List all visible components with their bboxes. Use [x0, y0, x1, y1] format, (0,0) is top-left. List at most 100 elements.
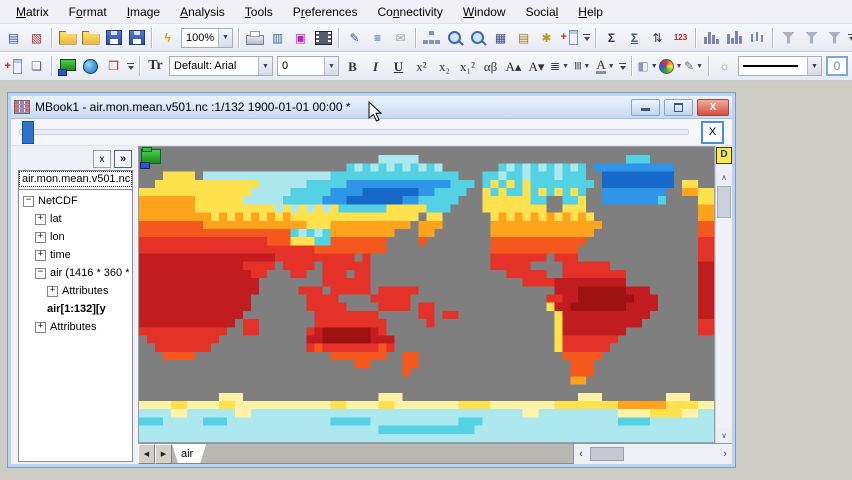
- font-name-combo[interactable]: Default: Arial▼: [169, 56, 273, 76]
- org-chart-button[interactable]: [421, 27, 442, 49]
- font-color-button[interactable]: A▼: [595, 55, 616, 77]
- chevron-down-icon[interactable]: ▼: [696, 63, 703, 70]
- data-connector-icon[interactable]: [141, 149, 161, 164]
- open-button[interactable]: [57, 27, 78, 49]
- new-table-button[interactable]: ▦: [490, 27, 511, 49]
- bold-button[interactable]: B: [342, 55, 363, 77]
- chevron-down-icon[interactable]: ▼: [807, 57, 821, 75]
- menu-preferences[interactable]: Preferences: [283, 2, 368, 22]
- underline-button[interactable]: U: [388, 55, 409, 77]
- expand-icon[interactable]: +: [35, 322, 46, 333]
- data-connector-badge[interactable]: D: [716, 147, 732, 164]
- vscroll-thumb[interactable]: [717, 186, 731, 218]
- multi-histogram-button[interactable]: [724, 27, 745, 49]
- new-workbook-button[interactable]: ▤: [3, 27, 24, 49]
- panel-close-button[interactable]: x: [93, 150, 111, 168]
- new-graph-button[interactable]: ▧: [26, 27, 47, 49]
- minimize-button[interactable]: [631, 99, 660, 116]
- data-reader-button[interactable]: [467, 27, 488, 49]
- data-connector-button[interactable]: [57, 55, 78, 77]
- tree-item-air-selection[interactable]: air[1:132][y: [19, 300, 132, 318]
- menu-analysis[interactable]: Analysis: [170, 2, 235, 22]
- slider-close-button[interactable]: X: [701, 121, 724, 144]
- scroll-down-icon[interactable]: ∨: [716, 428, 732, 443]
- toolbar-options-icon[interactable]: [617, 55, 628, 77]
- sum-column-button[interactable]: Σ: [601, 27, 622, 49]
- tree-item-attributes[interactable]: +Attributes: [19, 318, 132, 336]
- histogram-button[interactable]: [701, 27, 722, 49]
- tree-item-time[interactable]: +time: [19, 246, 132, 264]
- expand-icon[interactable]: +: [47, 286, 58, 297]
- save-template-button[interactable]: [126, 27, 147, 49]
- save-project-button[interactable]: [103, 27, 124, 49]
- chevron-down-icon[interactable]: ▼: [324, 57, 338, 75]
- font-larger-button[interactable]: A▴: [503, 55, 524, 77]
- subscript-button[interactable]: x₂: [434, 55, 455, 77]
- greek-symbols-button[interactable]: αβ: [480, 55, 501, 77]
- filter-reapply-button[interactable]: [824, 27, 845, 49]
- tab-next-button[interactable]: ▶: [155, 444, 172, 464]
- tree-item-air-attributes[interactable]: +Attributes: [19, 282, 132, 300]
- line-style-combo[interactable]: ▼: [738, 56, 822, 76]
- zoom-level-combo[interactable]: 100%▼: [181, 28, 233, 48]
- filter-disable-button[interactable]: [801, 27, 822, 49]
- frame-slider-thumb[interactable]: [22, 121, 34, 144]
- chevron-down-icon[interactable]: ▼: [218, 29, 232, 47]
- line-width-input[interactable]: 0: [826, 56, 848, 76]
- sub-superscript-button[interactable]: x₁²: [457, 55, 478, 77]
- window-titlebar[interactable]: MBook1 - air.mon.mean.v501.nc :1/132 190…: [11, 96, 732, 119]
- expand-icon[interactable]: +: [35, 232, 46, 243]
- scroll-up-icon[interactable]: ∧: [716, 170, 732, 185]
- fill-color-button[interactable]: ◧▼: [637, 55, 658, 77]
- palette-button[interactable]: ▼: [660, 55, 681, 77]
- append-rows-button[interactable]: [3, 55, 24, 77]
- add-column-button[interactable]: [559, 27, 580, 49]
- menu-format[interactable]: Format: [59, 2, 117, 22]
- toolbar-options-icon[interactable]: [581, 27, 592, 49]
- collapse-icon[interactable]: −: [35, 268, 46, 279]
- web-import-button[interactable]: [80, 55, 101, 77]
- close-button[interactable]: X: [697, 99, 729, 116]
- italic-button[interactable]: I: [365, 55, 386, 77]
- chevron-down-icon[interactable]: ▼: [583, 63, 590, 70]
- text-align-button[interactable]: ≣▼: [549, 55, 570, 77]
- tab-air[interactable]: air: [172, 444, 206, 463]
- menu-matrix[interactable]: Matrix: [6, 2, 59, 22]
- run-script-button[interactable]: ϟ: [157, 27, 178, 49]
- line-color-button[interactable]: ✎▼: [683, 55, 704, 77]
- chevron-down-icon[interactable]: ▼: [608, 63, 615, 70]
- vscroll-track[interactable]: [716, 219, 732, 428]
- chevron-down-icon[interactable]: ▼: [258, 57, 272, 75]
- open-template-button[interactable]: [80, 27, 101, 49]
- panel-expand-button[interactable]: »: [114, 150, 132, 168]
- image-mode-button[interactable]: ▣: [290, 27, 311, 49]
- frame-slider-track[interactable]: [19, 129, 689, 135]
- hscroll-right-icon[interactable]: ›: [718, 444, 732, 464]
- toolbar-options-icon[interactable]: [125, 55, 136, 77]
- collapse-icon[interactable]: −: [23, 196, 34, 207]
- layer-arrange-button[interactable]: ≡: [367, 27, 388, 49]
- restore-button[interactable]: [664, 99, 693, 116]
- duplicate-layers-button[interactable]: ❏: [26, 55, 47, 77]
- set-values-button[interactable]: 123: [670, 27, 691, 49]
- superscript-button[interactable]: x²: [411, 55, 432, 77]
- font-smaller-button[interactable]: A▾: [526, 55, 547, 77]
- expand-icon[interactable]: +: [35, 214, 46, 225]
- toolbar-options-icon[interactable]: [846, 27, 852, 49]
- tab-prev-button[interactable]: ◀: [138, 444, 155, 464]
- menu-tools[interactable]: Tools: [235, 2, 283, 22]
- tree-item-air[interactable]: −air (1416 * 360 *: [19, 264, 132, 282]
- tree-item-netcdf[interactable]: −NetCDF: [19, 192, 132, 210]
- tree-item-lon[interactable]: +lon: [19, 228, 132, 246]
- sort-column-button[interactable]: ⇅: [647, 27, 668, 49]
- menu-social[interactable]: Social: [516, 2, 569, 22]
- statistics-button[interactable]: Σ: [624, 27, 645, 49]
- chevron-down-icon[interactable]: ▼: [651, 63, 658, 70]
- print-preview-button[interactable]: ▥: [267, 27, 288, 49]
- font-size-combo[interactable]: 0▼: [277, 56, 339, 76]
- menu-image[interactable]: Image: [117, 2, 170, 22]
- zoom-tool-button[interactable]: [444, 27, 465, 49]
- print-button[interactable]: [244, 27, 265, 49]
- data-filter-button[interactable]: [778, 27, 799, 49]
- hscroll-left-icon[interactable]: ‹: [574, 444, 588, 464]
